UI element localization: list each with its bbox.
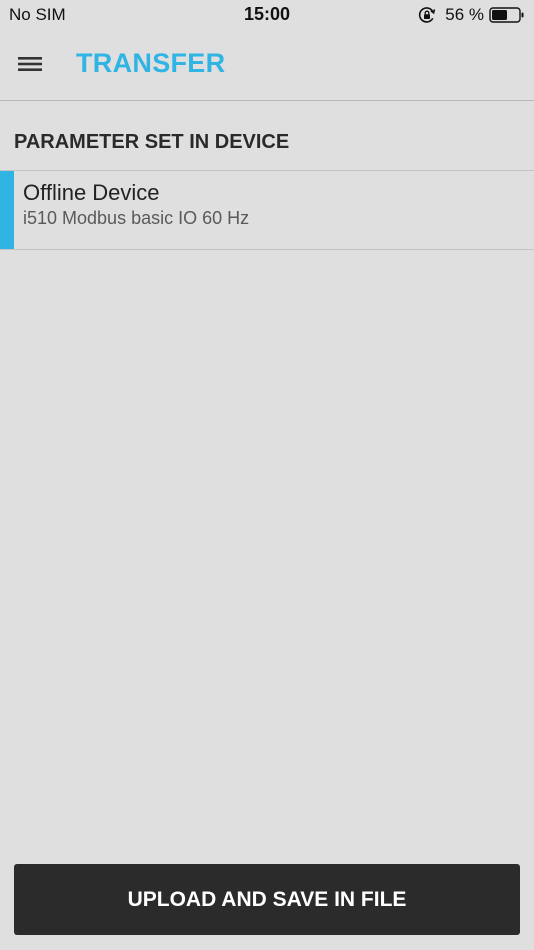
upload-and-save-button[interactable]: UPLOAD AND SAVE IN FILE (14, 864, 520, 935)
section-header: PARAMETER SET IN DEVICE (14, 131, 290, 153)
status-right-group: 56 % (418, 4, 525, 26)
battery-percent: 56 % (445, 5, 484, 24)
menu-button[interactable] (9, 43, 51, 85)
orientation-lock-icon (419, 7, 436, 23)
page-title: TRANSFER (76, 48, 226, 78)
device-description: i510 Modbus basic IO 60 Hz (23, 208, 250, 228)
device-name: Offline Device (23, 180, 160, 205)
battery-icon (489, 7, 524, 23)
selection-indicator (0, 171, 14, 249)
status-bar: No SIM 15:00 56 % (0, 0, 534, 30)
app-header: TRANSFER (0, 30, 534, 101)
hamburger-menu-icon (18, 57, 42, 71)
device-list-item[interactable]: Offline Device i510 Modbus basic IO 60 H… (0, 170, 534, 250)
